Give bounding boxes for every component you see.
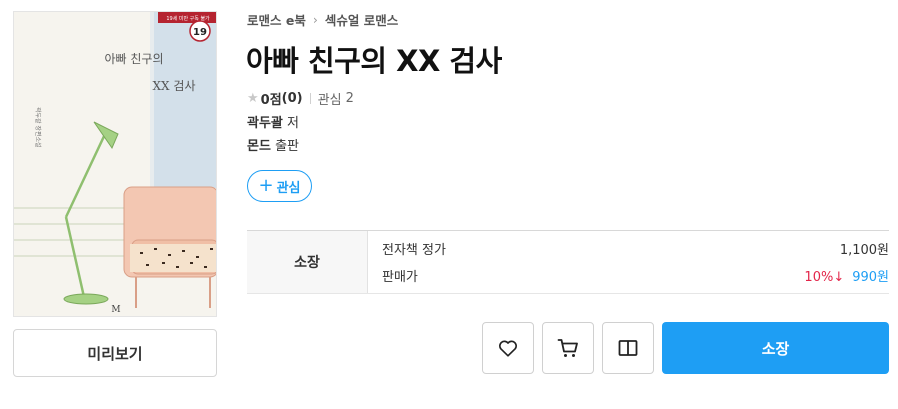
cart-icon bbox=[557, 339, 578, 357]
gift-read-button[interactable] bbox=[602, 322, 654, 374]
sale-price-label: 판매가 bbox=[382, 270, 418, 285]
cover-illustration: 19세 미만 구독 불가 19 아빠 친구의 XX 검사 곽두괄 장편소설 M bbox=[14, 12, 216, 316]
sale-price-row: 판매가 10%↓ 990원 bbox=[382, 266, 889, 285]
heart-icon bbox=[499, 340, 517, 357]
cover-title-line1: 아빠 친구의 bbox=[104, 52, 163, 66]
book-title: 아빠 친구의 XX 검사 bbox=[246, 44, 502, 78]
cover-title-line2: XX 검사 bbox=[153, 79, 196, 93]
publisher-name[interactable]: 몬드 bbox=[247, 139, 271, 154]
wish-count: 2 bbox=[345, 91, 354, 106]
rating-count[interactable]: (0) bbox=[282, 91, 303, 106]
preview-button[interactable]: 미리보기 bbox=[13, 329, 217, 377]
book-open-icon bbox=[618, 340, 638, 356]
add-to-cart-button[interactable] bbox=[542, 322, 594, 374]
author-line: 곽두괄 저 bbox=[247, 112, 299, 131]
publisher-line: 몬드 출판 bbox=[247, 135, 299, 154]
author-suffix: 저 bbox=[287, 116, 299, 131]
cover-age-badge-text: 19 bbox=[193, 27, 207, 38]
rating-row: ★ 0점 (0) 관심 2 bbox=[247, 89, 354, 108]
buy-button[interactable]: 소장 bbox=[662, 322, 889, 374]
plus-icon: + bbox=[258, 175, 274, 196]
sale-price-value: 990원 bbox=[852, 270, 889, 285]
star-icon: ★ bbox=[247, 91, 259, 106]
author-name[interactable]: 곽두괄 bbox=[247, 116, 283, 131]
divider bbox=[309, 93, 311, 104]
cover-publisher-logo: M bbox=[111, 305, 120, 315]
wish-label: 관심 bbox=[317, 93, 342, 108]
add-wish-label: 관심 bbox=[276, 180, 301, 196]
breadcrumb-subcategory[interactable]: 섹슈얼 로맨스 bbox=[325, 10, 398, 29]
wishlist-heart-button[interactable] bbox=[482, 322, 534, 374]
discount-rate: 10%↓ bbox=[804, 270, 845, 285]
list-price-value: 1,100원 bbox=[839, 243, 889, 258]
list-price-label: 전자책 정가 bbox=[382, 243, 446, 258]
publisher-suffix: 출판 bbox=[275, 139, 299, 154]
rating-score[interactable]: 0점 bbox=[261, 89, 282, 108]
breadcrumb-category[interactable]: 로맨스 e북 bbox=[247, 10, 306, 29]
purchase-type-label: 소장 bbox=[247, 231, 368, 293]
price-table: 소장 전자책 정가 1,100원 판매가 10%↓ 990원 bbox=[247, 230, 889, 294]
book-cover[interactable]: 19세 미만 구독 불가 19 아빠 친구의 XX 검사 곽두괄 장편소설 M bbox=[13, 11, 217, 317]
cover-author-vertical: 곽두괄 장편소설 bbox=[34, 107, 42, 148]
breadcrumb: 로맨스 e북 › 섹슈얼 로맨스 bbox=[247, 10, 398, 29]
list-price-row: 전자책 정가 1,100원 bbox=[382, 239, 889, 258]
add-wish-button[interactable]: + 관심 bbox=[247, 170, 312, 202]
chevron-right-icon: › bbox=[312, 12, 318, 27]
